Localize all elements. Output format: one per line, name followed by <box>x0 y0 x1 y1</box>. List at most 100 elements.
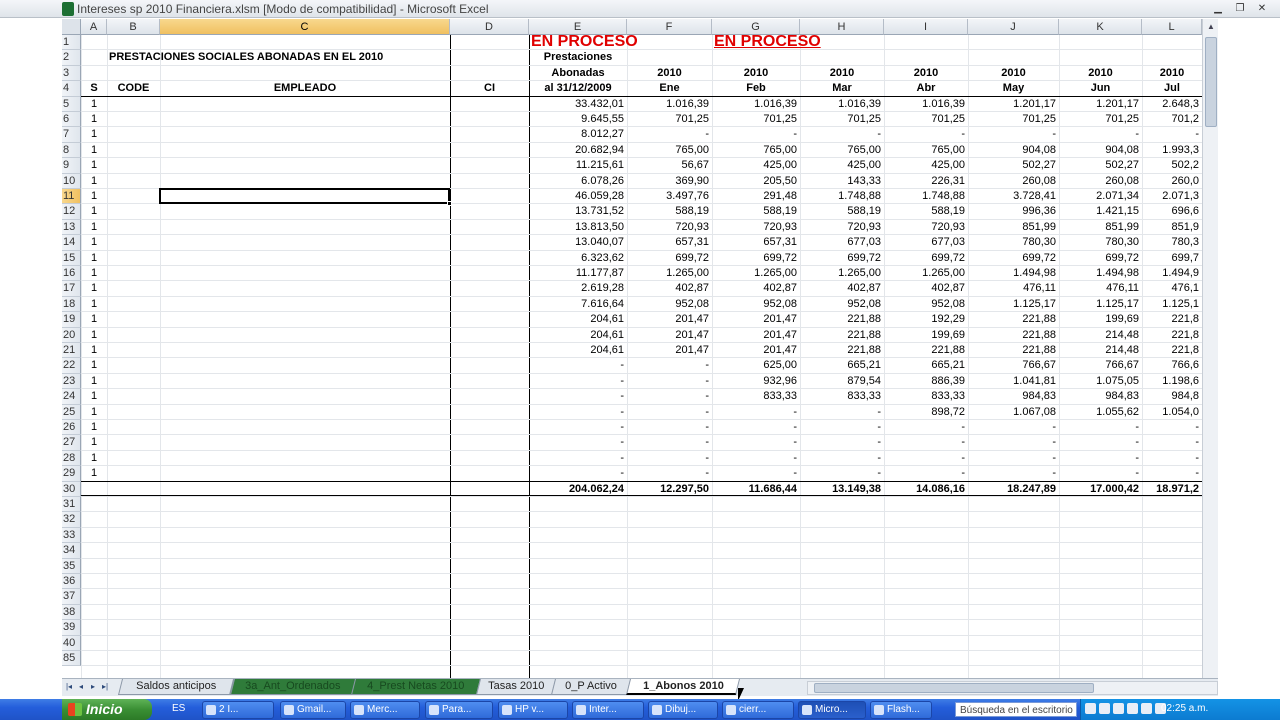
table-cell[interactable]: - <box>968 420 1059 435</box>
table-cell[interactable]: 851,99 <box>968 220 1059 235</box>
table-cell[interactable]: - <box>529 451 627 466</box>
table-cell[interactable]: 402,87 <box>627 281 712 296</box>
table-cell[interactable]: 201,47 <box>712 343 800 358</box>
row-header-85[interactable]: 85 <box>62 651 81 667</box>
total-cell[interactable]: 204.062,24 <box>529 482 627 497</box>
table-cell[interactable]: 898,72 <box>884 405 968 420</box>
table-cell[interactable]: 886,39 <box>884 374 968 389</box>
table-cell[interactable]: 996,36 <box>968 204 1059 219</box>
table-cell[interactable]: 1.198,6 <box>1142 374 1202 389</box>
table-cell[interactable]: 1.016,39 <box>884 97 968 112</box>
table-cell[interactable]: 3.728,41 <box>968 189 1059 204</box>
cell-s[interactable]: 1 <box>81 451 107 466</box>
table-cell[interactable]: 221,88 <box>800 328 884 343</box>
table-cell[interactable]: 588,19 <box>884 204 968 219</box>
table-cell[interactable]: 201,47 <box>627 312 712 327</box>
cell-s[interactable]: 1 <box>81 405 107 420</box>
table-cell[interactable]: 1.055,62 <box>1059 405 1142 420</box>
table-cell[interactable]: 677,03 <box>800 235 884 250</box>
row-header-34[interactable]: 34 <box>62 543 81 559</box>
minimize-button[interactable]: ▁ <box>1208 1 1228 16</box>
start-button[interactable]: Inicio <box>62 699 152 720</box>
table-cell[interactable]: 8.012,27 <box>529 127 627 142</box>
table-cell[interactable]: 1.748,88 <box>800 189 884 204</box>
table-cell[interactable]: - <box>800 127 884 142</box>
vertical-scrollbar[interactable]: ▲ <box>1202 19 1218 678</box>
table-cell[interactable]: 701,25 <box>627 112 712 127</box>
table-cell[interactable]: 221,88 <box>968 343 1059 358</box>
fill-handle[interactable] <box>447 201 452 207</box>
table-cell[interactable]: - <box>712 405 800 420</box>
table-cell[interactable]: 701,25 <box>968 112 1059 127</box>
column-header-j[interactable]: J <box>968 19 1059 35</box>
taskbar-item[interactable]: Dibuj... <box>648 701 718 719</box>
table-cell[interactable]: - <box>968 435 1059 450</box>
cell-s[interactable]: 1 <box>81 127 107 142</box>
table-cell[interactable]: - <box>968 466 1059 481</box>
table-cell[interactable]: 952,08 <box>712 297 800 312</box>
table-cell[interactable]: - <box>529 420 627 435</box>
cell-s[interactable]: 1 <box>81 312 107 327</box>
close-button[interactable]: ✕ <box>1252 1 1272 16</box>
table-cell[interactable]: 1.016,39 <box>627 97 712 112</box>
cell-s[interactable]: 1 <box>81 266 107 281</box>
table-cell[interactable]: - <box>627 374 712 389</box>
cell-s[interactable]: 1 <box>81 389 107 404</box>
table-cell[interactable]: - <box>712 451 800 466</box>
table-cell[interactable]: 701,25 <box>712 112 800 127</box>
row-header-14[interactable]: 14 <box>62 235 81 251</box>
tray-update-icon[interactable] <box>1141 703 1152 714</box>
column-header-c[interactable]: C <box>160 19 450 35</box>
row-header-9[interactable]: 9 <box>62 158 81 174</box>
column-header-b[interactable]: B <box>107 19 160 35</box>
cell-s[interactable]: 1 <box>81 466 107 481</box>
table-cell[interactable]: 46.059,28 <box>529 189 627 204</box>
cell-s[interactable]: 1 <box>81 297 107 312</box>
table-cell[interactable]: 204,61 <box>529 343 627 358</box>
taskbar-item[interactable]: Micro... <box>798 701 866 719</box>
column-header-d[interactable]: D <box>450 19 529 35</box>
table-cell[interactable]: 588,19 <box>627 204 712 219</box>
table-cell[interactable]: - <box>1059 451 1142 466</box>
table-cell[interactable]: 833,33 <box>800 389 884 404</box>
table-cell[interactable]: 952,08 <box>627 297 712 312</box>
row-header-20[interactable]: 20 <box>62 327 81 343</box>
table-cell[interactable]: - <box>529 466 627 481</box>
cell-s[interactable]: 1 <box>81 251 107 266</box>
table-cell[interactable]: - <box>884 451 968 466</box>
table-cell[interactable]: 699,7 <box>1142 251 1202 266</box>
table-cell[interactable]: 952,08 <box>800 297 884 312</box>
table-cell[interactable]: 221,88 <box>968 312 1059 327</box>
table-cell[interactable]: 9.645,55 <box>529 112 627 127</box>
row-header-5[interactable]: 5 <box>62 96 81 112</box>
cell-s[interactable]: 1 <box>81 204 107 219</box>
table-cell[interactable]: 701,2 <box>1142 112 1202 127</box>
table-cell[interactable]: - <box>529 374 627 389</box>
row-header-24[interactable]: 24 <box>62 389 81 405</box>
table-cell[interactable]: - <box>800 420 884 435</box>
table-cell[interactable]: 1.067,08 <box>968 405 1059 420</box>
row-header-26[interactable]: 26 <box>62 420 81 436</box>
table-cell[interactable]: 720,93 <box>627 220 712 235</box>
table-cell[interactable]: 588,19 <box>712 204 800 219</box>
row-header-40[interactable]: 40 <box>62 635 81 651</box>
table-cell[interactable]: 657,31 <box>627 235 712 250</box>
table-cell[interactable]: 1.494,98 <box>1059 266 1142 281</box>
table-cell[interactable]: 221,88 <box>968 328 1059 343</box>
cell-s[interactable]: 1 <box>81 281 107 296</box>
row-header-21[interactable]: 21 <box>62 343 81 359</box>
table-cell[interactable]: 932,96 <box>712 374 800 389</box>
column-header-i[interactable]: I <box>884 19 968 35</box>
table-cell[interactable]: 657,31 <box>712 235 800 250</box>
table-cell[interactable]: 984,83 <box>968 389 1059 404</box>
table-cell[interactable]: 221,8 <box>1142 328 1202 343</box>
table-cell[interactable]: 11.177,87 <box>529 266 627 281</box>
table-cell[interactable]: 699,72 <box>627 251 712 266</box>
row-header-23[interactable]: 23 <box>62 373 81 390</box>
table-cell[interactable]: 720,93 <box>884 220 968 235</box>
table-cell[interactable]: - <box>529 389 627 404</box>
cell-s[interactable]: 1 <box>81 97 107 112</box>
table-cell[interactable]: 291,48 <box>712 189 800 204</box>
worksheet-grid[interactable]: A B C D E F G H I J K L 1 2 3 4 5 6 7 8 9 10 11 12 13 14 15 16 17 18 1… <box>62 19 1202 678</box>
table-cell[interactable]: - <box>1059 420 1142 435</box>
